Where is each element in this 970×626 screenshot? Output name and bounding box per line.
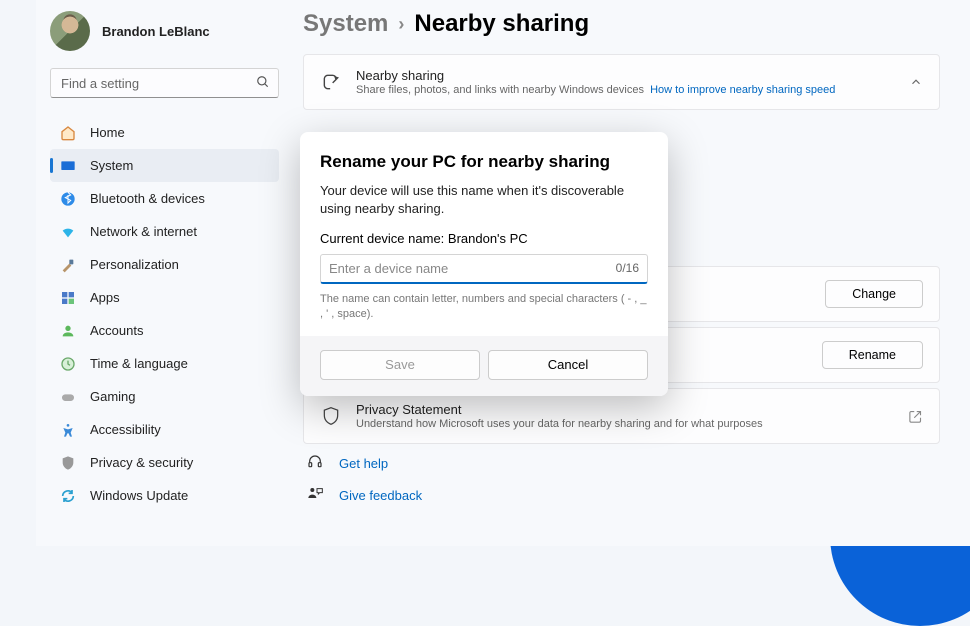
device-name-field: 0/16: [320, 254, 648, 284]
modal-hint: The name can contain letter, numbers and…: [320, 292, 648, 322]
privacy-sub: Understand how Microsoft uses your data …: [356, 418, 894, 430]
search-input[interactable]: [50, 68, 279, 98]
change-button[interactable]: Change: [825, 280, 923, 308]
modal-current-name: Current device name: Brandon's PC: [320, 231, 648, 246]
gaming-icon: [60, 389, 76, 405]
nav-label: System: [90, 158, 133, 173]
nav-item-network[interactable]: Network & internet: [50, 215, 279, 248]
chevron-right-icon: ›: [398, 14, 404, 35]
search-icon: [256, 75, 270, 89]
nav-label: Bluetooth & devices: [90, 191, 205, 206]
nav-label: Privacy & security: [90, 455, 193, 470]
nav-item-apps[interactable]: Apps: [50, 281, 279, 314]
nav-label: Accessibility: [90, 422, 161, 437]
header-link[interactable]: How to improve nearby sharing speed: [650, 84, 835, 96]
shield-outline-icon: [320, 405, 342, 427]
nav-item-home[interactable]: Home: [50, 116, 279, 149]
breadcrumb-parent[interactable]: System: [303, 10, 388, 38]
bluetooth-icon: [60, 191, 76, 207]
feedback-icon: [307, 486, 325, 504]
headset-icon: [307, 454, 325, 472]
device-name-input[interactable]: [329, 261, 616, 276]
system-icon: [60, 158, 76, 174]
privacy-title: Privacy Statement: [356, 402, 894, 417]
nav-item-bluetooth[interactable]: Bluetooth & devices: [50, 182, 279, 215]
modal-actions: Save Cancel: [300, 336, 668, 396]
clock-icon: [60, 356, 76, 372]
char-counter: 0/16: [616, 261, 639, 276]
person-icon: [60, 323, 76, 339]
external-link-icon: [908, 409, 923, 424]
profile-block[interactable]: Brandon LeBlanc: [50, 8, 279, 54]
help-link-row[interactable]: Get help: [303, 450, 940, 476]
feedback-link[interactable]: Give feedback: [339, 488, 422, 503]
nav-item-personalization[interactable]: Personalization: [50, 248, 279, 281]
wifi-icon: [60, 224, 76, 240]
nav-item-accessibility[interactable]: Accessibility: [50, 413, 279, 446]
help-link[interactable]: Get help: [339, 456, 388, 471]
nav-label: Personalization: [90, 257, 179, 272]
nav-item-accounts[interactable]: Accounts: [50, 314, 279, 347]
header-sub: Share files, photos, and links with near…: [356, 84, 895, 96]
update-icon: [60, 488, 76, 504]
nav-list: Home System Bluetooth & devices Network …: [50, 116, 279, 512]
nav-item-gaming[interactable]: Gaming: [50, 380, 279, 413]
feedback-link-row[interactable]: Give feedback: [303, 482, 940, 508]
privacy-card[interactable]: Privacy Statement Understand how Microso…: [303, 388, 940, 444]
nav-label: Gaming: [90, 389, 136, 404]
breadcrumb-current: Nearby sharing: [414, 10, 589, 38]
header-card: Nearby sharing Share files, photos, and …: [303, 54, 940, 110]
breadcrumb: System › Nearby sharing: [303, 10, 940, 38]
nav-item-update[interactable]: Windows Update: [50, 479, 279, 512]
nav-label: Accounts: [90, 323, 143, 338]
nav-label: Windows Update: [90, 488, 188, 503]
apps-icon: [60, 290, 76, 306]
rename-button[interactable]: Rename: [822, 341, 923, 369]
nav-label: Apps: [90, 290, 120, 305]
accessibility-icon: [60, 422, 76, 438]
nav-label: Time & language: [90, 356, 188, 371]
modal-desc: Your device will use this name when it's…: [320, 182, 648, 217]
nav-item-time[interactable]: Time & language: [50, 347, 279, 380]
save-button[interactable]: Save: [320, 350, 480, 380]
avatar: [50, 11, 90, 51]
cancel-button[interactable]: Cancel: [488, 350, 648, 380]
nav-item-privacy[interactable]: Privacy & security: [50, 446, 279, 479]
nav-label: Network & internet: [90, 224, 197, 239]
rename-modal: Rename your PC for nearby sharing Your d…: [300, 132, 668, 396]
shield-icon: [60, 455, 76, 471]
brush-icon: [60, 257, 76, 273]
chevron-up-icon[interactable]: [909, 75, 923, 89]
share-icon: [320, 71, 342, 93]
nav-item-system[interactable]: System: [50, 149, 279, 182]
nav-label: Home: [90, 125, 125, 140]
home-icon: [60, 125, 76, 141]
search-container: [50, 68, 279, 98]
header-title: Nearby sharing: [356, 68, 895, 83]
user-name: Brandon LeBlanc: [102, 24, 210, 39]
modal-title: Rename your PC for nearby sharing: [320, 152, 648, 172]
sidebar: Brandon LeBlanc Home System Bluetooth & …: [36, 0, 293, 546]
